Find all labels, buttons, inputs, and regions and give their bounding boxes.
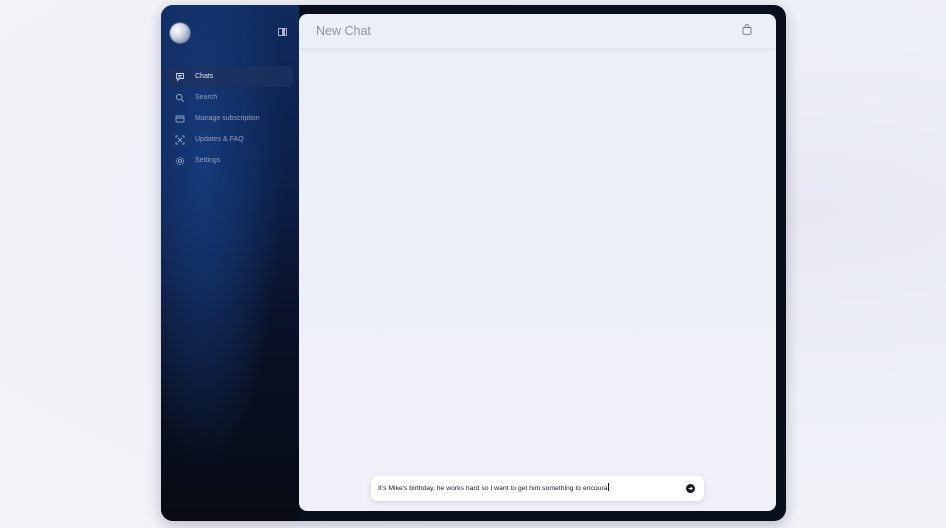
sidebar-toggle-icon[interactable] [278,28,287,36]
send-button[interactable] [686,484,695,493]
message-composer: It's Mike's birthday, he works hard so I… [371,476,704,501]
text-caret [607,483,609,491]
desktop-background: Chats Search Manage subscription Updates… [0,0,946,528]
sidebar-nav: Chats Search Manage subscription Updates… [167,66,293,171]
avatar[interactable] [170,23,190,43]
search-icon [175,93,185,103]
message-input-text: It's Mike's birthday, he works hard so I… [378,485,608,492]
sidebar-item-label: Updates & FAQ [195,136,244,143]
sidebar-item-label: Settings [195,157,221,164]
shopping-bag-icon[interactable] [742,24,752,35]
sidebar-item-label: Manage subscription [195,115,260,122]
card-icon [175,114,185,124]
sidebar-item-manage-subscription[interactable]: Manage subscription [167,108,293,129]
chat-icon [175,72,185,82]
chat-header: New Chat [299,14,776,49]
sidebar-item-search[interactable]: Search [167,87,293,108]
sidebar-item-label: Search [195,94,218,101]
message-input[interactable]: It's Mike's birthday, he works hard so I… [378,476,678,501]
sidebar-item-settings[interactable]: Settings [167,150,293,171]
app-window: Chats Search Manage subscription Updates… [161,5,786,521]
sidebar: Chats Search Manage subscription Updates… [161,5,299,521]
chat-panel: New Chat It's Mike's birthday, he works … [299,14,776,511]
sidebar-item-updates-faq[interactable]: Updates & FAQ [167,129,293,150]
expand-icon [175,135,185,145]
sidebar-item-label: Chats [195,73,214,80]
arrow-right-icon [688,486,693,491]
gear-icon [175,156,185,166]
page-title: New Chat [316,24,371,38]
sidebar-item-chats[interactable]: Chats [167,66,293,87]
